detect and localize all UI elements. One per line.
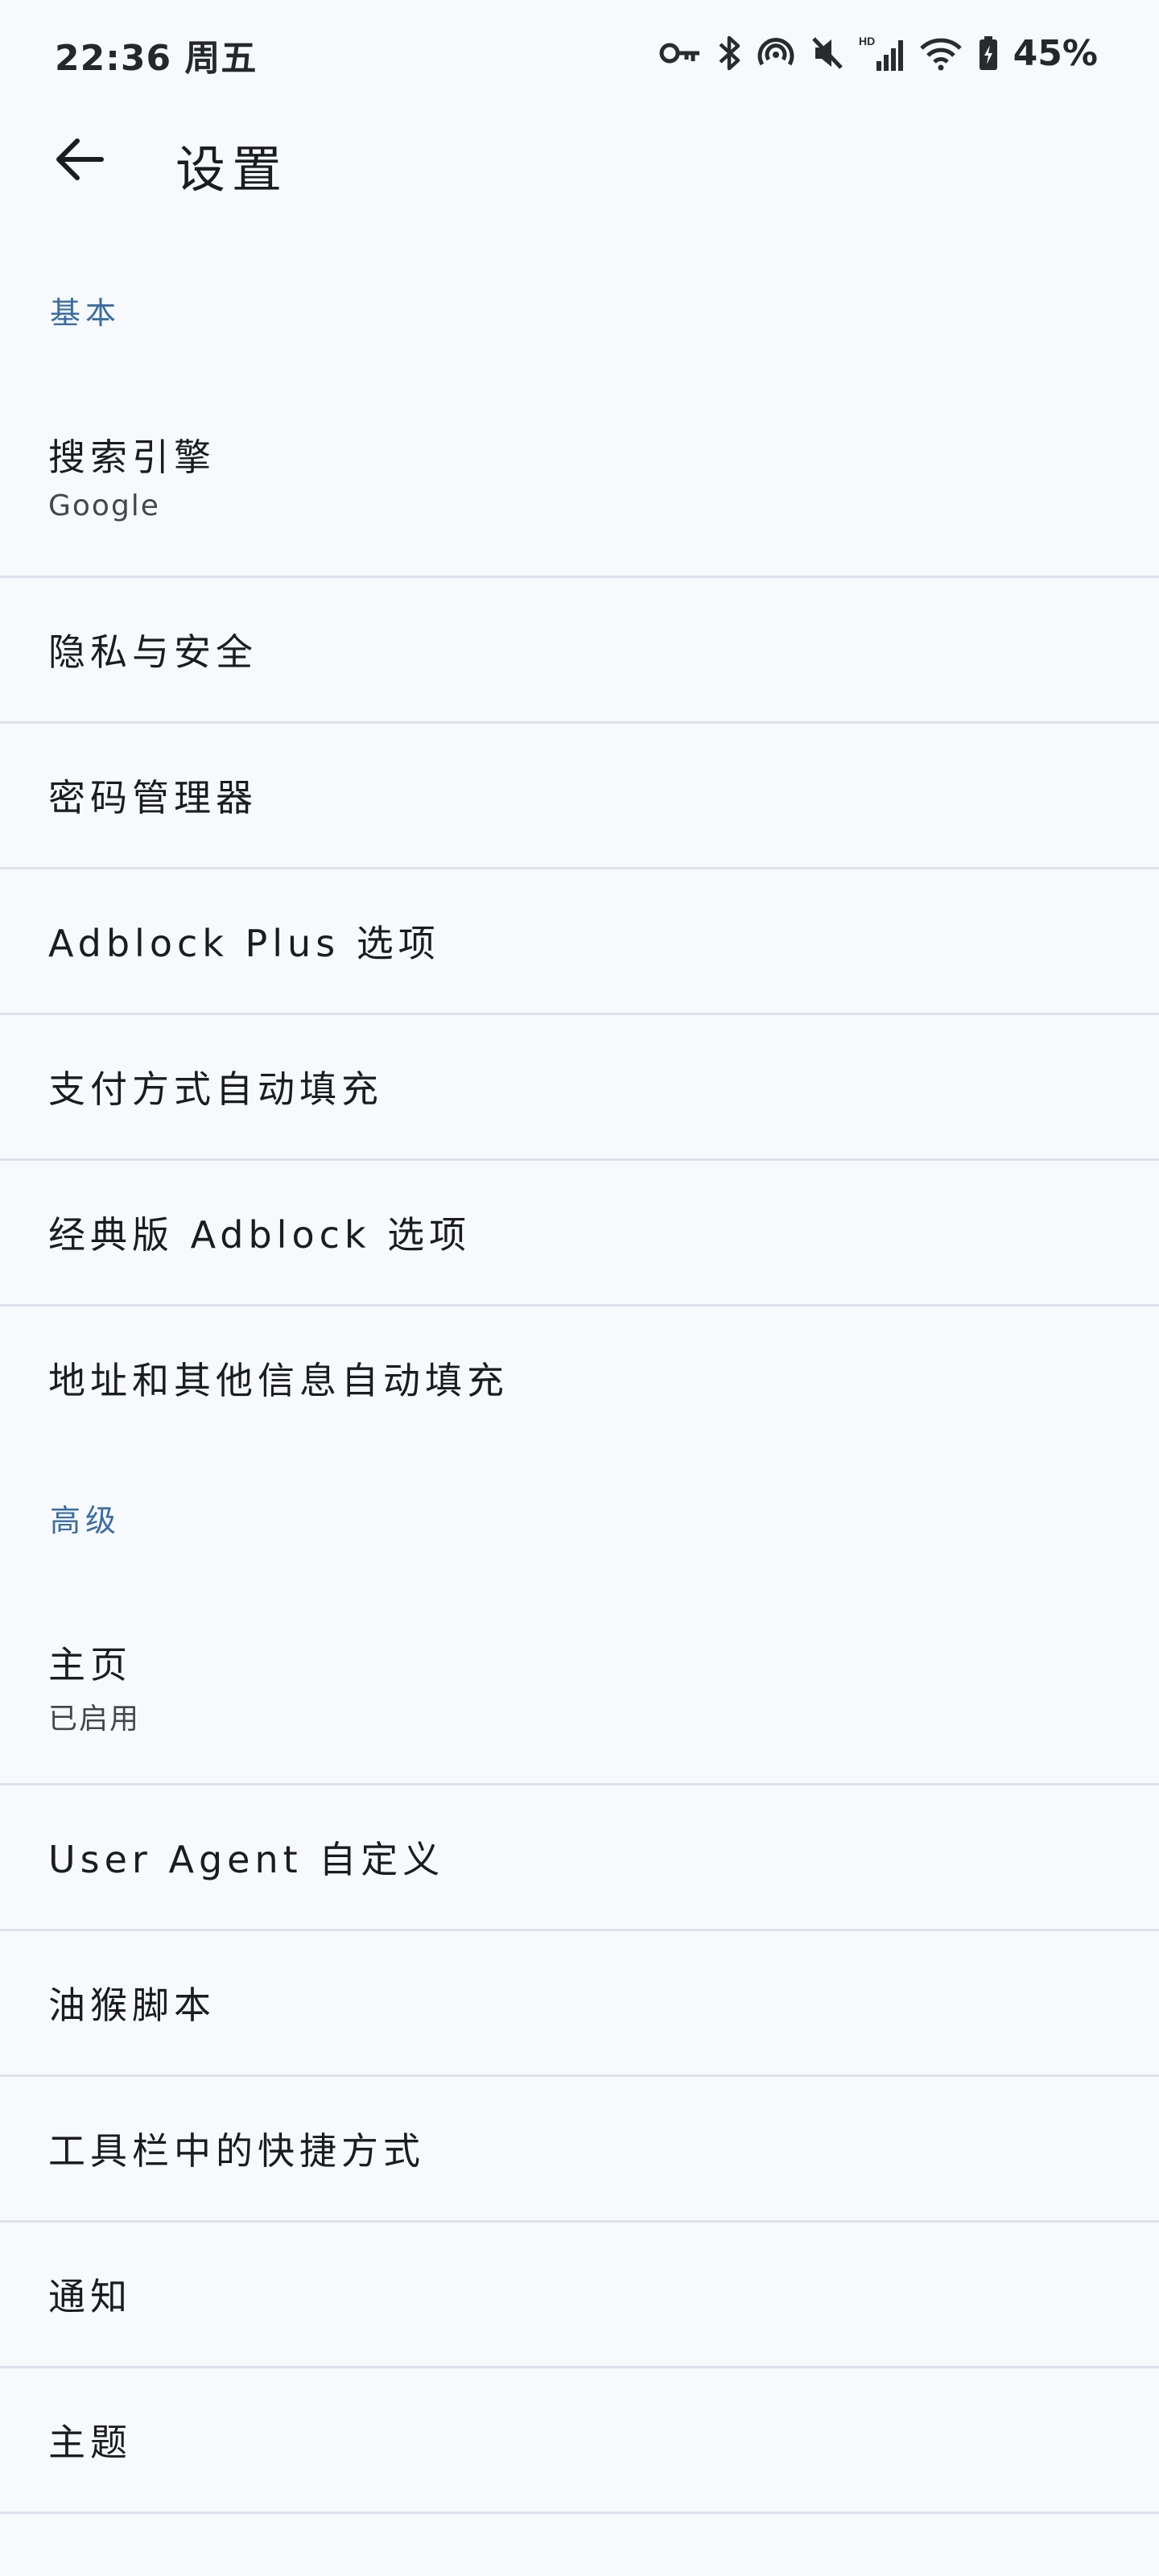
settings-item-title: 支付方式自动填充: [48, 1067, 383, 1111]
settings-item-homepage[interactable]: 主页 已启用: [0, 1586, 1159, 1784]
page-title: 设置: [175, 140, 289, 199]
arrow-back-icon: [53, 137, 105, 185]
settings-item-title: 隐私与安全: [48, 630, 258, 674]
settings-item-password-manager[interactable]: 密码管理器: [0, 724, 1159, 867]
settings-item-privacy-security[interactable]: 隐私与安全: [0, 578, 1159, 721]
settings-item-theme[interactable]: 主题: [0, 2368, 1159, 2512]
settings-item-title: 地址和其他信息自动填充: [48, 1359, 509, 1402]
settings-item-payment-autofill[interactable]: 支付方式自动填充: [0, 1015, 1159, 1158]
settings-item-toolbar-shortcut[interactable]: 工具栏中的快捷方式: [0, 2077, 1159, 2220]
settings-item-title: 密码管理器: [48, 776, 258, 819]
settings-item-address-autofill[interactable]: 地址和其他信息自动填充: [0, 1307, 1159, 1450]
status-icons: HD 45%: [659, 29, 1098, 77]
settings-item-userscripts[interactable]: 油猴脚本: [0, 1931, 1159, 2074]
bluetooth-icon: [717, 35, 741, 72]
back-button[interactable]: [39, 121, 119, 201]
settings-item-title: 主页: [48, 1643, 132, 1686]
settings-item-title: 油猴脚本: [48, 1984, 216, 2027]
status-bar: 22:36 周五 HD 45%: [0, 0, 1159, 105]
settings-item-title: 搜索引擎: [48, 436, 216, 479]
settings-item-subtitle: 已启用: [48, 1703, 141, 1736]
settings-item-title: Adblock Plus 选项: [48, 922, 440, 965]
divider: [0, 2512, 1159, 2514]
settings-item-classic-adblock[interactable]: 经典版 Adblock 选项: [0, 1161, 1159, 1304]
settings-item-subtitle: Google: [48, 489, 160, 522]
status-time: 22:36 周五: [55, 38, 258, 79]
wifi-icon: [918, 35, 963, 71]
settings-item-title: 通知: [48, 2275, 132, 2318]
battery-icon: [978, 35, 999, 71]
hotspot-icon: [756, 35, 796, 71]
settings-item-title: 工具栏中的快捷方式: [48, 2129, 425, 2173]
settings-item-user-agent[interactable]: User Agent 自定义: [0, 1785, 1159, 1929]
hd-signal-icon: HD: [859, 34, 904, 72]
app-bar: 设置: [0, 105, 1159, 217]
battery-percent: 45%: [1013, 32, 1098, 74]
settings-item-search-engine[interactable]: 搜索引擎 Google: [0, 378, 1159, 576]
vpn-key-icon: [659, 39, 703, 67]
settings-item-notifications[interactable]: 通知: [0, 2223, 1159, 2366]
settings-item-title: User Agent 自定义: [48, 1838, 445, 1881]
settings-item-title: 经典版 Adblock 选项: [48, 1213, 472, 1257]
section-header-advanced: 高级: [50, 1503, 122, 1538]
section-header-basic: 基本: [50, 295, 122, 331]
svg-text:HD: HD: [859, 35, 875, 47]
settings-item-adblock-plus[interactable]: Adblock Plus 选项: [0, 869, 1159, 1013]
settings-item-title: 主题: [48, 2421, 132, 2464]
mute-icon: [810, 35, 844, 71]
